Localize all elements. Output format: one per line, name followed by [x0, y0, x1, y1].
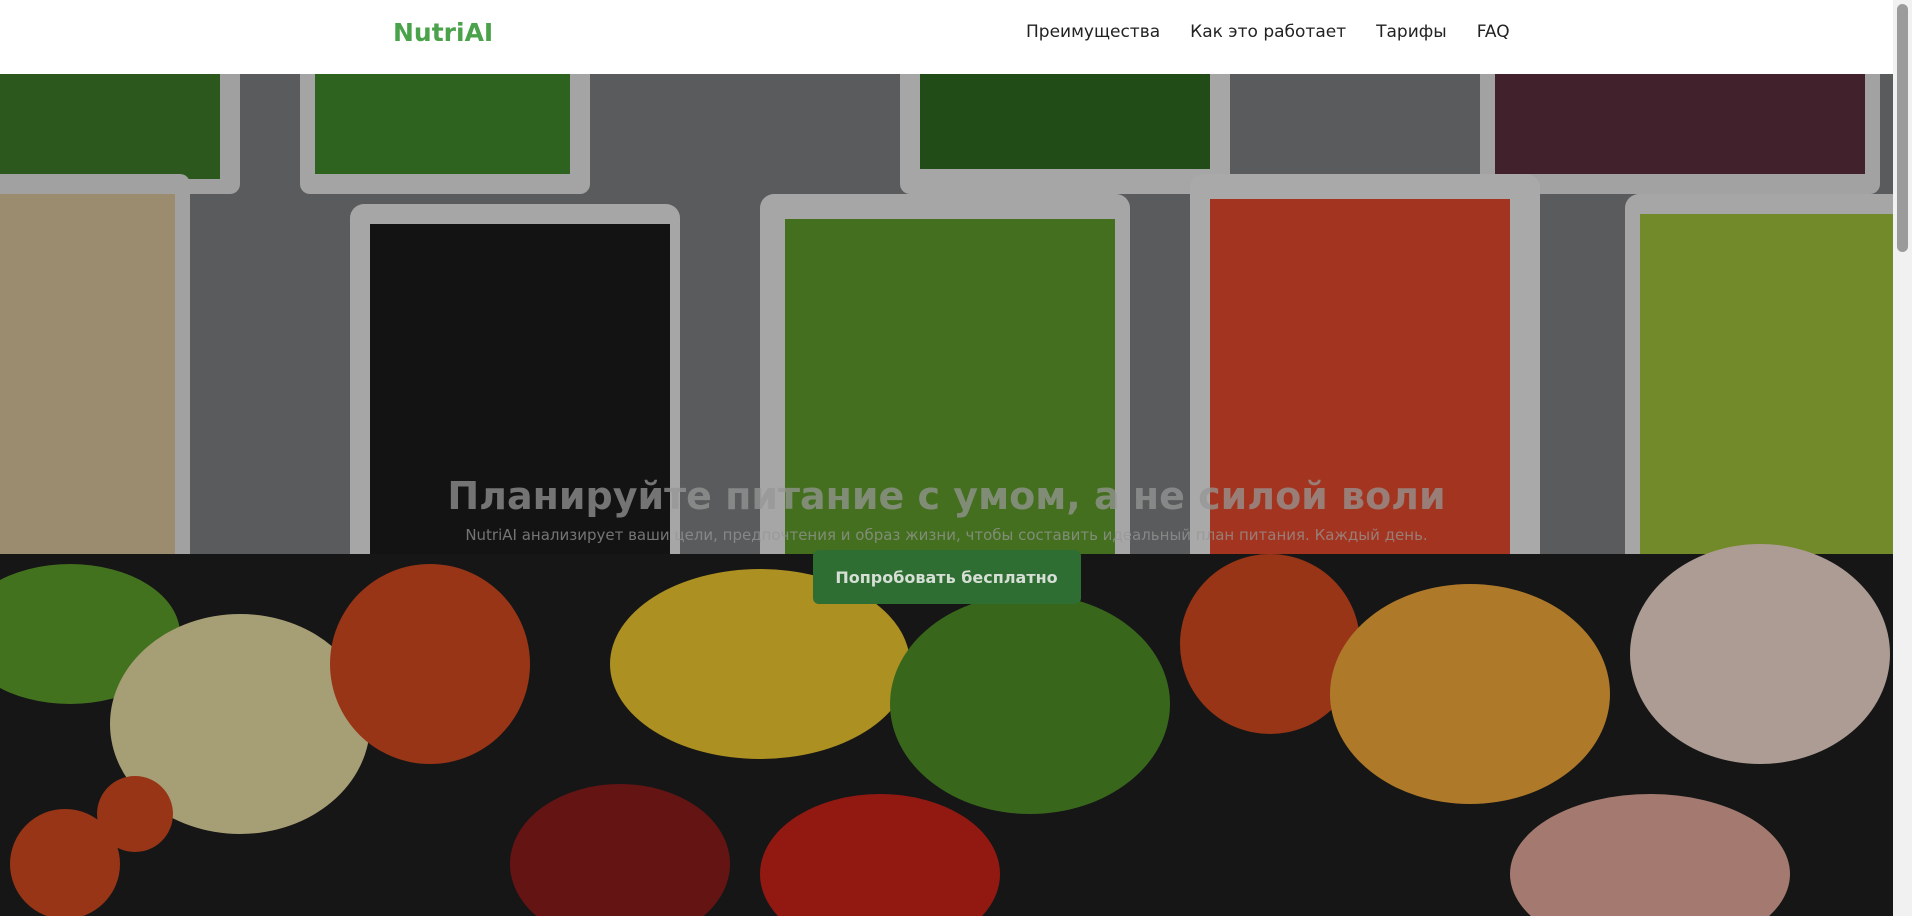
- nav-link-how-it-works[interactable]: Как это работает: [1190, 22, 1346, 42]
- main-nav: Преимущества Как это работает Тарифы FAQ: [1026, 22, 1510, 42]
- hero-content: Планируйте питание с умом, а не силой во…: [0, 474, 1893, 604]
- nav-link-faq[interactable]: FAQ: [1477, 22, 1510, 42]
- try-free-button[interactable]: Попробовать бесплатно: [812, 549, 1081, 604]
- logo[interactable]: NutriAI: [393, 18, 493, 47]
- hero-section: Планируйте питание с умом, а не силой во…: [0, 74, 1893, 916]
- nav-link-advantages[interactable]: Преимущества: [1026, 22, 1160, 42]
- page-scrollbar[interactable]: [1893, 0, 1912, 916]
- top-navbar: NutriAI Преимущества Как это работает Та…: [0, 0, 1893, 74]
- scrollbar-thumb[interactable]: [1897, 4, 1908, 252]
- hero-subtitle: NutriAI анализирует ваши цели, предпочте…: [465, 525, 1428, 544]
- hero-title: Планируйте питание с умом, а не силой во…: [447, 474, 1446, 518]
- nav-link-pricing[interactable]: Тарифы: [1376, 22, 1447, 42]
